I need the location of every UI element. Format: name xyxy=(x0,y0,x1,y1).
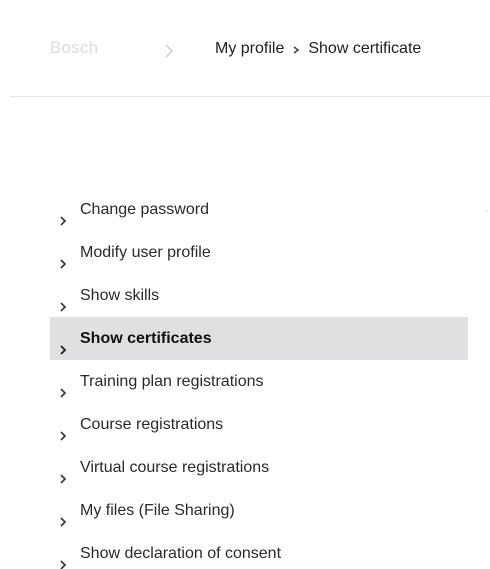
menu-item-label: Training plan registrations xyxy=(80,373,264,390)
chevron-right-icon xyxy=(159,41,179,61)
menu-item-course-registrations[interactable]: Course registrations xyxy=(50,403,468,446)
menu-item-label: Show skills xyxy=(80,287,160,304)
menu-item-virtual-course-registrations[interactable]: Virtual course registrations xyxy=(50,446,468,489)
header-divider xyxy=(10,96,490,97)
menu-item-label: Show certificates xyxy=(80,330,212,347)
chevron-right-icon xyxy=(59,330,69,355)
menu-item-show-skills[interactable]: Show skills xyxy=(50,274,468,317)
menu-item-label: Virtual course registrations xyxy=(80,459,270,476)
header: Bosch My profile Show certificate xyxy=(0,0,490,97)
menu-item-modify-user-profile[interactable]: Modify user profile xyxy=(50,231,468,274)
menu-item-show-certificates[interactable]: Show certificates xyxy=(50,317,468,360)
chevron-right-icon xyxy=(59,287,69,312)
chevron-right-icon xyxy=(59,502,69,527)
menu-item-show-declaration-of-consent[interactable]: Show declaration of consent xyxy=(50,532,468,569)
profile-menu: Change password Modify user profile Show… xyxy=(50,188,468,569)
page: Bosch My profile Show certificate Change… xyxy=(0,0,490,569)
menu-item-training-plan-registrations[interactable]: Training plan registrations xyxy=(50,360,468,403)
menu-item-change-password[interactable]: Change password xyxy=(50,188,468,231)
chevron-right-icon xyxy=(59,373,69,398)
chevron-right-icon xyxy=(59,459,69,484)
breadcrumb-link-my-profile[interactable]: My profile xyxy=(215,40,284,58)
chevron-right-icon xyxy=(59,201,69,226)
menu-item-label: My files (File Sharing) xyxy=(80,502,235,519)
menu-item-label: Modify user profile xyxy=(80,244,211,261)
chevron-right-icon xyxy=(59,244,69,269)
menu-item-label: Course registrations xyxy=(80,416,224,433)
menu-item-label: Change password xyxy=(80,201,209,218)
breadcrumb-current: Show certificate xyxy=(308,40,422,57)
content-edge-marker xyxy=(486,210,488,212)
breadcrumb: My profile Show certificate xyxy=(215,40,421,58)
logo-link[interactable]: Bosch xyxy=(50,38,98,58)
menu-item-label: Show declaration of consent xyxy=(80,545,282,562)
chevron-right-icon xyxy=(290,43,302,55)
menu-item-my-files[interactable]: My files (File Sharing) xyxy=(50,489,468,532)
chevron-right-icon xyxy=(59,416,69,441)
chevron-right-icon xyxy=(59,545,69,569)
